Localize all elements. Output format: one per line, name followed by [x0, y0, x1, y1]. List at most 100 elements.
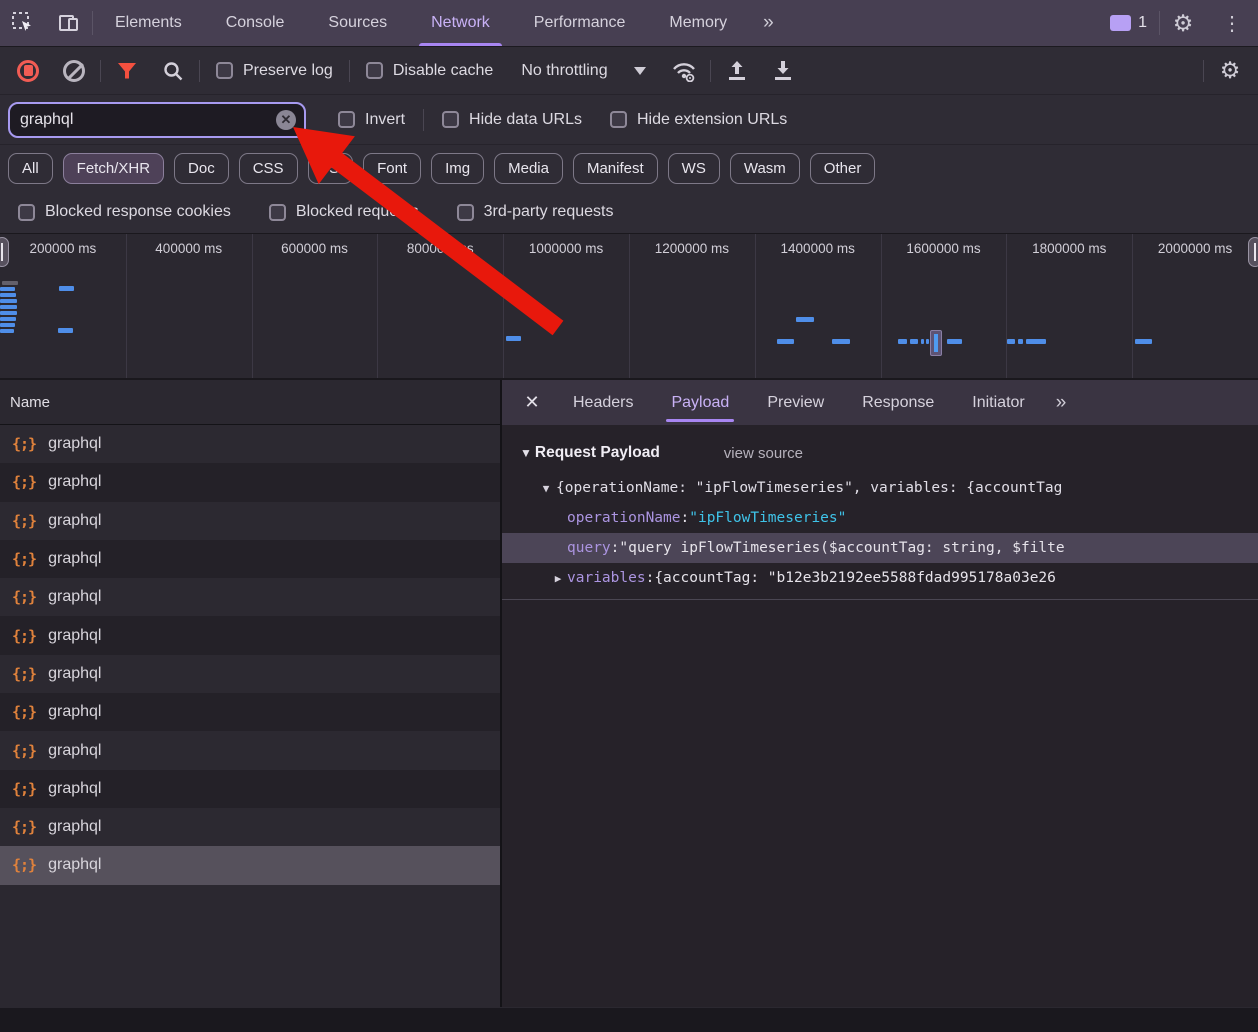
blocked-filters-row: Blocked response cookies Blocked request… — [0, 191, 1258, 234]
device-toolbar-icon[interactable] — [46, 0, 92, 46]
payload-kv-row[interactable]: operationName : "ipFlowTimeseries" — [502, 503, 1258, 533]
view-source-link[interactable]: view source — [724, 445, 803, 462]
export-har-icon[interactable] — [763, 53, 803, 89]
network-lower-split: Name {;} graphql {;} graphql {;} graphql… — [0, 380, 1258, 1007]
main-panel-tab-sources[interactable]: Sources — [306, 0, 409, 46]
detail-tab-initiator[interactable]: Initiator — [955, 380, 1041, 425]
type-filter-chip-manifest[interactable]: Manifest — [573, 153, 658, 184]
filter-icon[interactable] — [107, 53, 147, 89]
fetch-json-icon: {;} — [12, 780, 36, 798]
collapse-triangle-icon: ▼ — [536, 482, 556, 495]
payload-rows: operationName : "ipFlowTimeseries" query… — [502, 503, 1258, 593]
type-filter-chip-fetchxhr[interactable]: Fetch/XHR — [63, 153, 164, 184]
request-row[interactable]: {;} graphql — [0, 616, 500, 654]
type-filter-chip-media[interactable]: Media — [494, 153, 563, 184]
request-row[interactable]: {;} graphql — [0, 502, 500, 540]
timeline-tick-label: 1200000 ms — [629, 241, 755, 256]
request-name: graphql — [48, 435, 101, 453]
divider — [423, 109, 424, 131]
blocked-requests-checkbox[interactable]: Blocked requests — [259, 203, 429, 221]
main-panel-tab-network[interactable]: Network — [409, 0, 512, 46]
blocked-response-cookies-checkbox[interactable]: Blocked response cookies — [8, 203, 241, 221]
import-har-icon[interactable] — [717, 53, 757, 89]
customize-menu-icon[interactable]: ⋮ — [1206, 0, 1258, 46]
waterfall-bar — [0, 323, 15, 327]
detail-tab-preview[interactable]: Preview — [750, 380, 841, 425]
detail-tab-bar: ✕ HeadersPayloadPreviewResponseInitiator… — [502, 380, 1258, 425]
detail-tab-response[interactable]: Response — [845, 380, 951, 425]
type-filter-chip-other[interactable]: Other — [810, 153, 876, 184]
request-row[interactable]: {;} graphql — [0, 770, 500, 808]
main-panel-tab-performance[interactable]: Performance — [512, 0, 648, 46]
type-filter-chip-img[interactable]: Img — [431, 153, 484, 184]
issues-badge[interactable]: 1 — [1098, 0, 1159, 46]
waterfall-bar — [0, 311, 17, 315]
network-settings-gear-icon[interactable]: ⚙ — [1210, 53, 1250, 89]
type-filter-chip-css[interactable]: CSS — [239, 153, 298, 184]
timeline-gridline — [881, 234, 882, 378]
detail-tab-headers[interactable]: Headers — [556, 380, 650, 425]
filter-input[interactable] — [20, 111, 276, 129]
type-filter-chip-doc[interactable]: Doc — [174, 153, 229, 184]
third-party-requests-checkbox[interactable]: 3rd-party requests — [447, 203, 624, 221]
main-panel-tab-elements[interactable]: Elements — [93, 0, 204, 46]
preserve-log-checkbox[interactable]: Preserve log — [206, 62, 343, 80]
type-filter-chip-font[interactable]: Font — [363, 153, 421, 184]
inspect-element-icon[interactable] — [0, 0, 46, 46]
clear-network-log-icon[interactable] — [54, 53, 94, 89]
request-name: graphql — [48, 856, 101, 874]
type-filter-chip-js[interactable]: JS — [308, 153, 354, 184]
checkbox — [610, 111, 627, 128]
more-detail-tabs-icon[interactable]: » — [1046, 392, 1075, 414]
close-icon[interactable]: ✕ — [512, 384, 552, 422]
waterfall-bar — [777, 339, 794, 344]
request-row[interactable]: {;} graphql — [0, 540, 500, 578]
timeline-tick-label: 1400000 ms — [755, 241, 881, 256]
name-column-header[interactable]: Name — [0, 380, 500, 425]
clear-filter-icon[interactable]: ✕ — [276, 110, 296, 130]
type-filter-chip-ws[interactable]: WS — [668, 153, 720, 184]
network-conditions-icon[interactable] — [664, 53, 704, 89]
hide-extension-urls-checkbox[interactable]: Hide extension URLs — [600, 111, 797, 129]
hide-data-urls-checkbox[interactable]: Hide data URLs — [432, 111, 592, 129]
payload-summary-row[interactable]: ▼ {operationName: "ipFlowTimeseries", va… — [502, 473, 1258, 503]
timeline-gridline — [629, 234, 630, 378]
request-row[interactable]: {;} graphql — [0, 693, 500, 731]
request-name: graphql — [48, 588, 101, 606]
request-row[interactable]: {;} graphql — [0, 846, 500, 884]
invert-checkbox[interactable]: Invert — [328, 111, 415, 129]
waterfall-bar — [796, 317, 814, 322]
network-overview-timeline[interactable]: 200000 ms400000 ms600000 ms800000 ms1000… — [0, 234, 1258, 380]
checkbox — [18, 204, 35, 221]
fetch-json-icon: {;} — [12, 550, 36, 568]
waterfall-bar — [0, 305, 17, 309]
request-row[interactable]: {;} graphql — [0, 731, 500, 769]
devtools-tab-bar: ElementsConsoleSourcesNetworkPerformance… — [0, 0, 1258, 47]
record-button[interactable] — [8, 53, 48, 89]
search-icon[interactable] — [153, 53, 193, 89]
timeline-gridline — [377, 234, 378, 378]
request-name: graphql — [48, 818, 101, 836]
type-filter-chip-wasm[interactable]: Wasm — [730, 153, 800, 184]
more-tabs-icon[interactable]: » — [749, 0, 786, 46]
settings-gear-icon[interactable]: ⚙ — [1160, 0, 1206, 46]
detail-tab-payload[interactable]: Payload — [654, 380, 746, 425]
disable-cache-checkbox[interactable]: Disable cache — [356, 62, 504, 80]
request-row[interactable]: {;} graphql — [0, 655, 500, 693]
main-panel-tab-memory[interactable]: Memory — [647, 0, 749, 46]
request-row[interactable]: {;} graphql — [0, 578, 500, 616]
main-panel-tab-console[interactable]: Console — [204, 0, 307, 46]
request-name: graphql — [48, 473, 101, 491]
filter-input-box[interactable]: ✕ — [8, 102, 306, 138]
request-row[interactable]: {;} graphql — [0, 463, 500, 501]
request-row[interactable]: {;} graphql — [0, 425, 500, 463]
issues-count: 1 — [1138, 14, 1147, 32]
bottom-edge — [0, 1008, 1258, 1032]
request-name: graphql — [48, 627, 101, 645]
payload-kv-row[interactable]: query : "query ipFlowTimeseries($account… — [502, 533, 1258, 563]
payload-kv-row[interactable]: ▶ variables : {accountTag: "b12e3b2192ee… — [502, 563, 1258, 593]
request-row[interactable]: {;} graphql — [0, 808, 500, 846]
request-payload-section[interactable]: ▼ Request Payload view source — [502, 433, 1258, 473]
type-filter-chip-all[interactable]: All — [8, 153, 53, 184]
throttling-dropdown[interactable]: No throttling — [509, 61, 657, 81]
